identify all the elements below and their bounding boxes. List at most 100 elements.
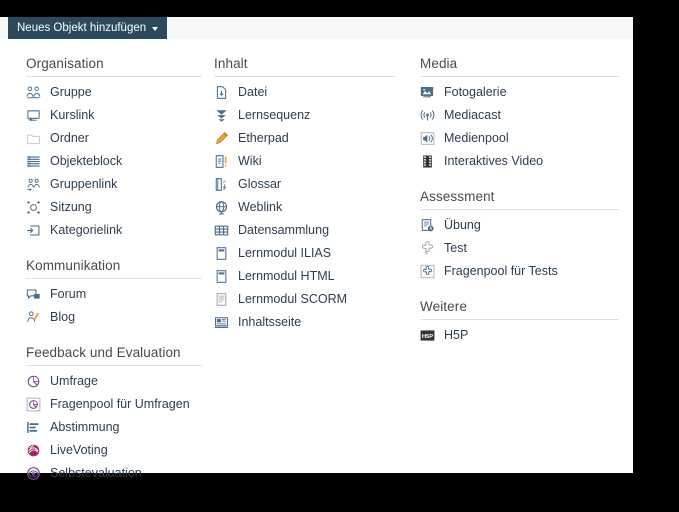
group-heading: Assessment	[420, 189, 495, 204]
pencil-icon	[214, 131, 229, 146]
group-heading: Weitere	[420, 299, 467, 314]
object-type-item[interactable]: A Z Glossar	[214, 173, 396, 196]
object-type-item[interactable]: Datei	[214, 81, 396, 104]
group-heading: Organisation	[26, 56, 104, 71]
media-pool-icon	[420, 131, 435, 146]
object-type-item[interactable]: Datensammlung	[214, 219, 396, 242]
group-divider	[26, 278, 202, 279]
session-icon	[26, 200, 41, 215]
object-type-label: Fragenpool für Tests	[444, 264, 558, 278]
object-type-label: Kurslink	[50, 108, 95, 122]
object-type-label: Abstimmung	[50, 420, 120, 434]
data-collection-icon	[214, 223, 229, 238]
object-type-label: Forum	[50, 287, 87, 301]
object-type-item[interactable]: Fragenpool für Tests	[420, 260, 619, 283]
object-type-label: H5P	[444, 328, 469, 342]
object-type-label: Ordner	[50, 131, 89, 145]
object-type-item[interactable]: Sitzung	[26, 196, 202, 219]
object-type-item[interactable]: Inhaltsseite	[214, 311, 396, 334]
object-type-label: Datensammlung	[238, 223, 330, 237]
object-type-label: Sitzung	[50, 200, 92, 214]
object-type-label: Gruppenlink	[50, 177, 118, 191]
object-type-item[interactable]: LiveVoting	[26, 439, 202, 462]
group-icon	[26, 85, 41, 100]
object-type-label: Inhaltsseite	[238, 315, 302, 329]
learning-module-icon	[214, 246, 229, 261]
object-type-label: Umfrage	[50, 374, 98, 388]
group-divider	[420, 209, 619, 210]
object-type-item[interactable]: Selbstevaluation	[26, 462, 202, 485]
group-divider	[214, 76, 396, 77]
object-type-item[interactable]: Weblink	[214, 196, 396, 219]
object-type-item[interactable]: Forum	[26, 283, 202, 306]
wiki-icon	[214, 154, 229, 169]
column-left: Organisation Gruppe Kurslink Ordner Objekteb…	[0, 39, 208, 485]
livevoting-icon	[26, 443, 41, 458]
object-type-item[interactable]: Medienpool	[420, 127, 619, 150]
object-type-item[interactable]: Test	[420, 237, 619, 260]
group-divider	[26, 365, 202, 366]
add-object-panel-root: Neues Objekt hinzufügen Organisation Grup…	[0, 17, 633, 480]
add-new-object-button[interactable]: Neues Objekt hinzufügen	[8, 17, 168, 39]
svg-text:H5P: H5P	[422, 334, 433, 340]
column-middle: Inhalt Datei Lernsequenz Etherpad Wiki A Z Glos…	[208, 39, 414, 485]
object-type-label: Objekteblock	[50, 154, 123, 168]
photo-gallery-icon	[420, 85, 435, 100]
object-type-label: Etherpad	[238, 131, 289, 145]
self-evaluation-icon	[26, 466, 41, 481]
object-type-label: Lernmodul HTML	[238, 269, 335, 283]
group-heading: Feedback und Evaluation	[26, 345, 181, 360]
object-type-item[interactable]: Etherpad	[214, 127, 396, 150]
object-type-item[interactable]: Ordner	[26, 127, 202, 150]
object-type-item[interactable]: Lernmodul HTML	[214, 265, 396, 288]
object-type-label: Lernsequenz	[238, 108, 311, 122]
poll-icon	[26, 420, 41, 435]
weblink-icon	[214, 200, 229, 215]
object-type-label: Lernmodul SCORM	[238, 292, 348, 306]
object-type-item[interactable]: Lernmodul SCORM	[214, 288, 396, 311]
object-type-label: Mediacast	[444, 108, 501, 122]
object-block-icon	[26, 154, 41, 169]
group-heading: Media	[420, 56, 458, 71]
object-type-label: Medienpool	[444, 131, 509, 145]
learning-sequence-icon	[214, 108, 229, 123]
object-type-item[interactable]: Fotogalerie	[420, 81, 619, 104]
group-divider	[420, 319, 619, 320]
object-type-item[interactable]: Umfrage	[26, 370, 202, 393]
survey-icon	[26, 374, 41, 389]
object-type-item[interactable]: Kategorielink	[26, 219, 202, 242]
object-type-label: Kategorielink	[50, 223, 123, 237]
category-link-icon	[26, 223, 41, 238]
learning-module-icon	[214, 269, 229, 284]
object-type-item[interactable]: Blog	[26, 306, 202, 329]
object-type-label: Glossar	[238, 177, 282, 191]
object-type-label: Selbstevaluation	[50, 466, 142, 480]
object-type-label: Fotogalerie	[444, 85, 507, 99]
object-type-item[interactable]: Wiki	[214, 150, 396, 173]
object-type-label: Übung	[444, 218, 481, 232]
glossary-icon: AZ	[214, 177, 229, 192]
object-type-item[interactable]: Abstimmung	[26, 416, 202, 439]
group-heading: Inhalt	[214, 56, 248, 71]
object-type-label: Interaktives Video	[444, 154, 544, 168]
object-type-item[interactable]: Fragenpool für Umfragen	[26, 393, 202, 416]
object-type-item[interactable]: Gruppenlink	[26, 173, 202, 196]
object-type-dropdown-panel: Organisation Gruppe Kurslink Ordner Objekteb…	[0, 39, 633, 480]
object-type-item[interactable]: Objekteblock	[26, 150, 202, 173]
folder-icon	[26, 131, 41, 146]
object-type-item[interactable]: Mediacast	[420, 104, 619, 127]
mediacast-icon	[420, 108, 435, 123]
object-type-item[interactable]: Lernsequenz	[214, 104, 396, 127]
object-type-item[interactable]: Lernmodul ILIAS	[214, 242, 396, 265]
test-icon	[420, 241, 435, 256]
object-type-item[interactable]: Übung	[420, 214, 619, 237]
object-type-label: LiveVoting	[50, 443, 108, 457]
blog-icon	[26, 310, 41, 325]
question-pool-icon	[420, 264, 435, 279]
object-type-item[interactable]: Kurslink	[26, 104, 202, 127]
object-type-label: Weblink	[238, 200, 283, 214]
object-type-item[interactable]: Gruppe	[26, 81, 202, 104]
scorm-module-icon	[214, 292, 229, 307]
object-type-item[interactable]: Interaktives Video	[420, 150, 619, 173]
object-type-item[interactable]: H5P H5P	[420, 324, 619, 347]
